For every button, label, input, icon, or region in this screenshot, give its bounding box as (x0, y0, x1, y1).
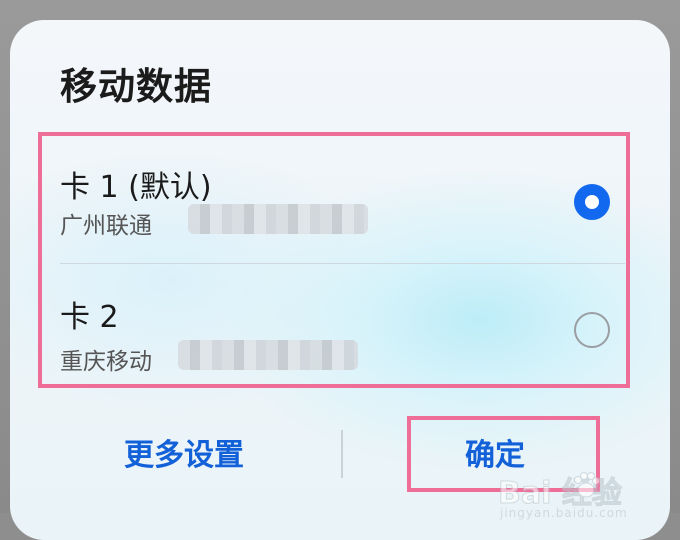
button-divider (341, 430, 343, 478)
mobile-data-dialog: 移动数据 卡 1 (默认) 广州联通 卡 2 重庆移动 更多设置 确定 Bai … (10, 20, 670, 540)
baidu-watermark: Bai 经验 jingyan.baidu.com (498, 468, 648, 524)
watermark-url: jingyan.baidu.com (500, 506, 628, 520)
annotation-highlight-options (38, 132, 630, 388)
paw-icon (574, 472, 600, 498)
more-settings-button[interactable]: 更多设置 (124, 430, 244, 474)
dialog-title: 移动数据 (60, 65, 212, 108)
